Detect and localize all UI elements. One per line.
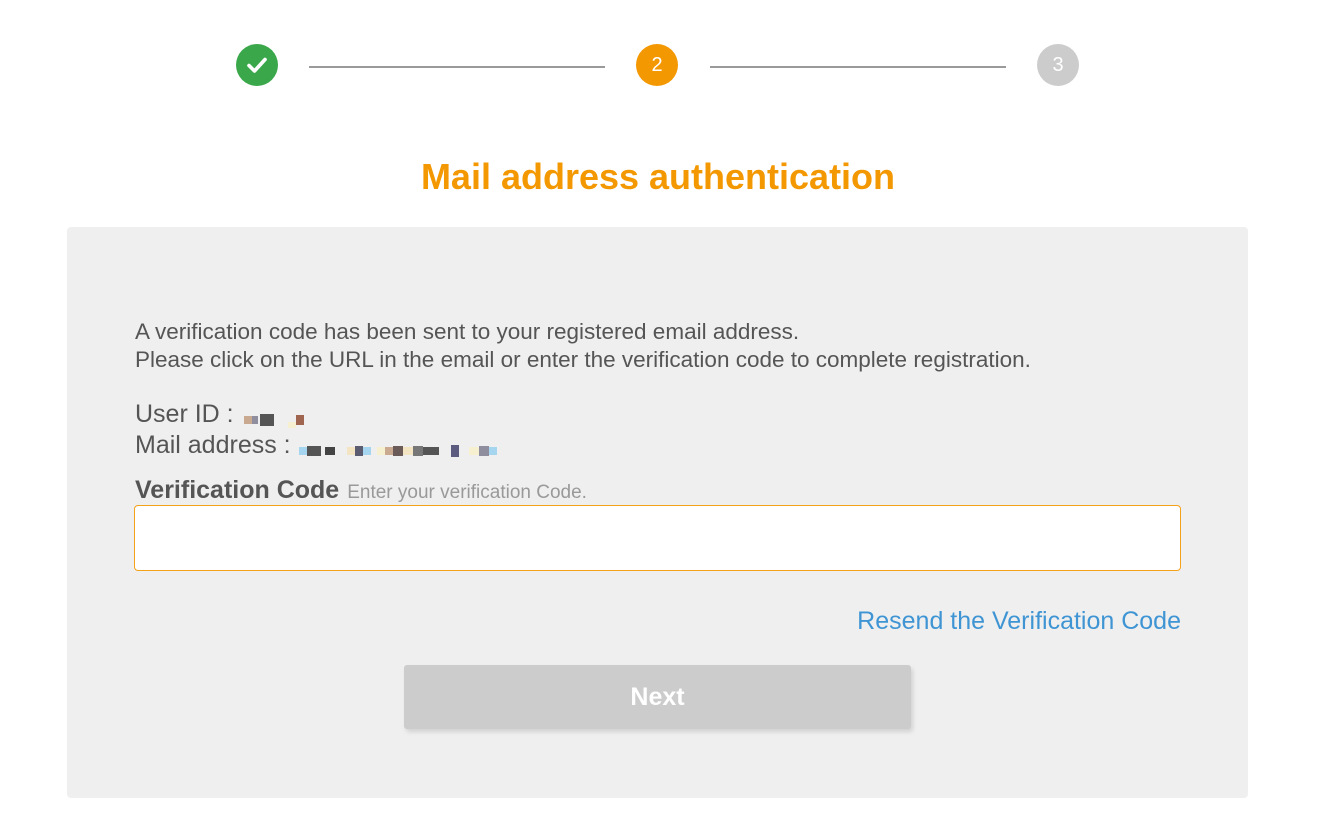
redacted-mail-address xyxy=(298,435,497,457)
resend-code-link[interactable]: Resend the Verification Code xyxy=(857,607,1181,636)
redacted-user-id xyxy=(243,404,304,428)
mail-address-label: Mail address : xyxy=(135,431,291,459)
user-id-label: User ID : xyxy=(135,400,234,428)
step-1-complete xyxy=(236,44,278,86)
step-connector xyxy=(710,66,1006,68)
intro-text: A verification code has been sent to you… xyxy=(135,318,1031,374)
progress-stepper: 2 3 xyxy=(0,43,1329,87)
next-button[interactable]: Next xyxy=(404,665,911,729)
verification-code-hint: Enter your verification Code. xyxy=(347,482,587,503)
user-id-row: User ID : xyxy=(135,399,497,430)
page-title: Mail address authentication xyxy=(420,156,896,197)
intro-line-2: Please click on the URL in the email or … xyxy=(135,347,1031,372)
intro-line-1: A verification code has been sent to you… xyxy=(135,319,800,344)
account-info: User ID : Mail address : xyxy=(135,399,497,461)
verification-code-label: Verification Code xyxy=(135,476,340,504)
verification-label-row: Verification Code Enter your verificatio… xyxy=(135,476,587,505)
verification-code-input[interactable] xyxy=(134,505,1181,571)
verification-panel: A verification code has been sent to you… xyxy=(67,227,1248,798)
check-icon xyxy=(247,57,267,73)
step-connector xyxy=(309,66,605,68)
mail-address-row: Mail address : xyxy=(135,430,497,461)
step-3-pending: 3 xyxy=(1037,44,1079,86)
step-2-current: 2 xyxy=(636,44,678,86)
page: 2 3 Mail address authentication A verifi… xyxy=(0,0,1329,832)
